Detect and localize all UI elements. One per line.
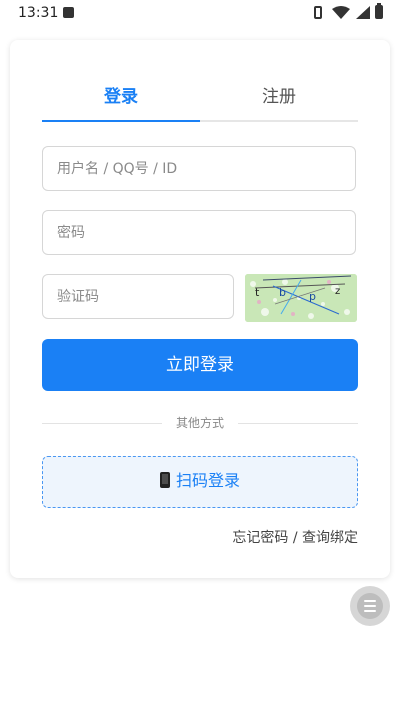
tab-active-indicator xyxy=(42,120,200,122)
status-bar: 13:31 xyxy=(0,0,400,26)
svg-text:t: t xyxy=(255,286,260,299)
floating-menu-button[interactable] xyxy=(350,586,390,626)
forgot-password-link[interactable]: 忘记密码 / 查询绑定 xyxy=(232,527,358,547)
tab-login[interactable]: 登录 xyxy=(42,82,200,120)
svg-text:p: p xyxy=(309,290,316,303)
status-time: 13:31 xyxy=(18,5,59,21)
password-input[interactable] xyxy=(42,210,356,255)
signal-icon xyxy=(356,6,370,19)
divider-line-right xyxy=(238,423,358,424)
phone-status-icon xyxy=(314,6,322,19)
login-button[interactable]: 立即登录 xyxy=(42,339,358,391)
username-input[interactable] xyxy=(42,146,356,191)
svg-text:z: z xyxy=(335,286,340,297)
battery-icon xyxy=(375,3,383,19)
auth-tabs: 登录 注册 xyxy=(42,82,358,122)
login-card: 登录 注册 t b p z 立即登录 xyxy=(10,40,390,578)
captcha-noise: t b p z xyxy=(245,274,357,322)
phone-icon xyxy=(159,472,170,488)
captcha-input[interactable] xyxy=(42,274,234,319)
svg-text:b: b xyxy=(279,286,286,299)
scan-login-label: 扫码登录 xyxy=(175,471,240,490)
scan-login-button[interactable]: 扫码登录 xyxy=(42,456,358,508)
menu-icon xyxy=(357,593,383,619)
captcha-image[interactable]: t b p z xyxy=(245,274,357,322)
other-methods-divider: 其他方式 xyxy=(42,414,358,434)
wifi-icon xyxy=(332,6,350,19)
notification-icon xyxy=(63,7,74,18)
tab-register[interactable]: 注册 xyxy=(200,82,358,120)
